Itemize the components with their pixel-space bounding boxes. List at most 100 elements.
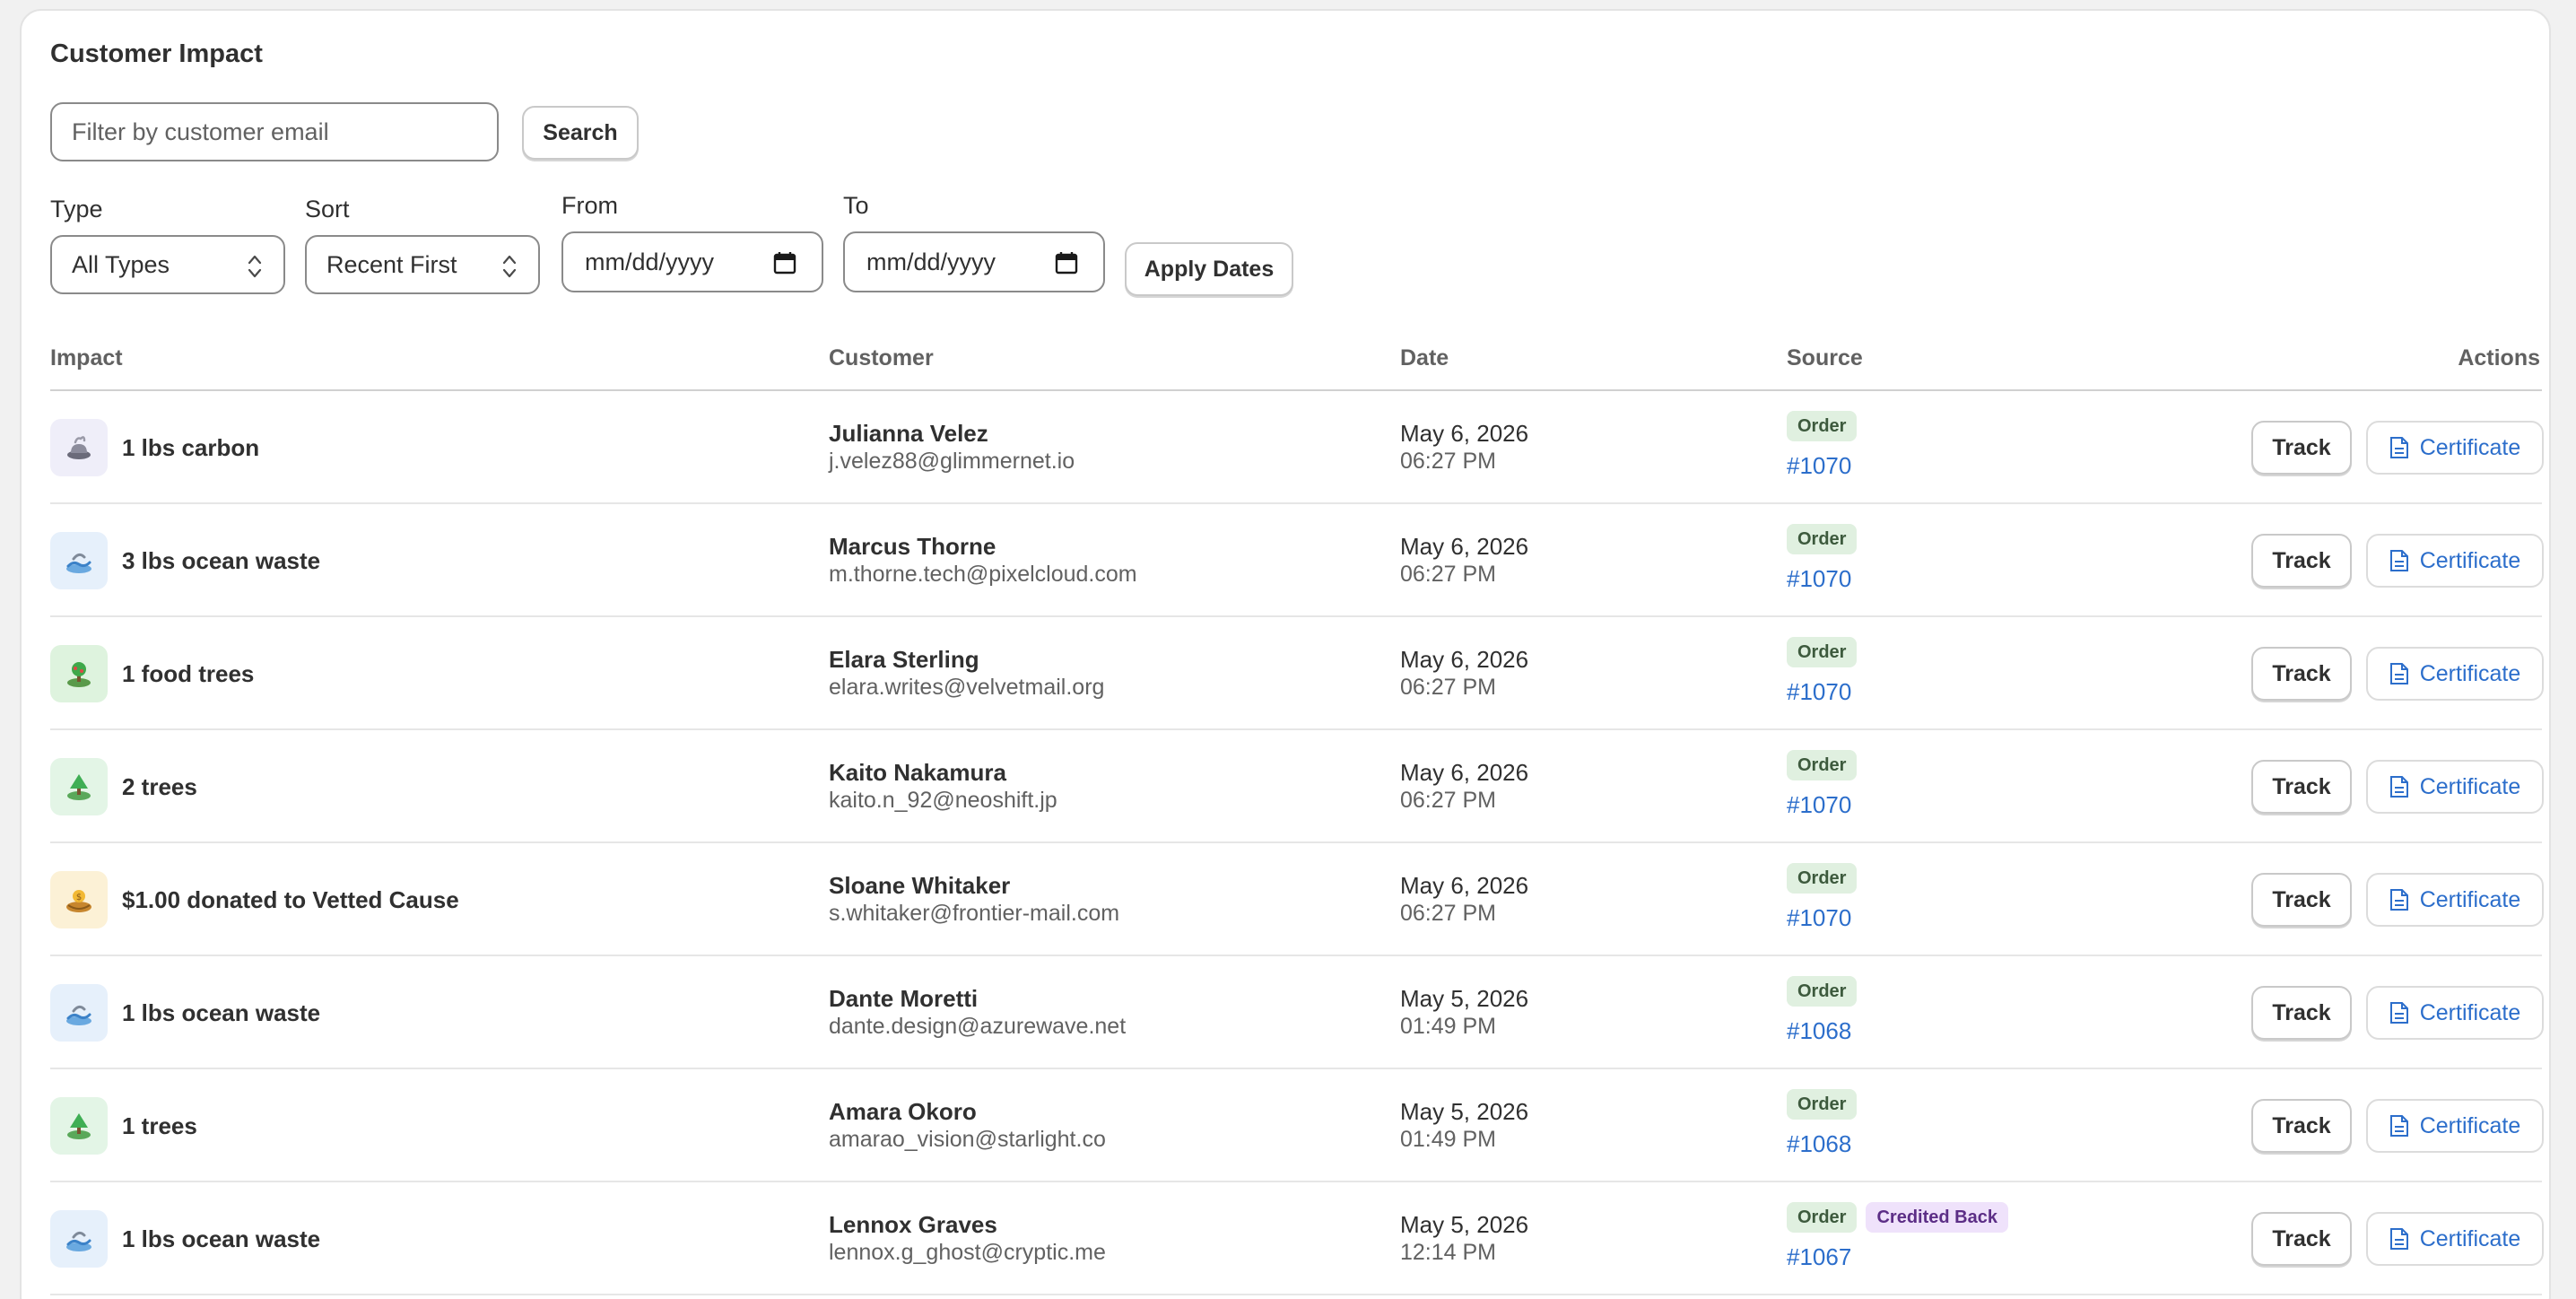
customer-email: elara.writes@velvetmail.org [829,675,1105,700]
search-button[interactable]: Search [522,106,639,160]
certificate-button-label: Certificate [2419,773,2521,799]
impact-date: May 6, 2026 [1400,533,1529,560]
impact-label: $1.00 donated to Vetted Cause [122,886,459,913]
source-badges: Order Credited Back [1787,1202,2008,1233]
customer-email: m.thorne.tech@pixelcloud.com [829,562,1137,587]
column-header-customer: Customer [829,345,934,371]
certificate-button-label: Certificate [2419,660,2521,686]
page-title: Customer Impact [50,39,263,68]
table-row: 1 trees Amara Okoro amarao_vision@starli… [50,1069,2544,1182]
certificate-button-label: Certificate [2419,1225,2521,1251]
column-header-impact: Impact [50,345,123,371]
from-date-input[interactable]: mm/dd/yyyy [561,231,823,292]
certificate-button[interactable]: Certificate [2366,1099,2544,1153]
order-link[interactable]: #1070 [1787,452,1851,480]
svg-text:$: $ [76,893,82,902]
column-header-source: Source [1787,345,1863,371]
table-row: 2 trees Kaito Nakamura kaito.n_92@neoshi… [50,730,2544,843]
to-date-input[interactable]: mm/dd/yyyy [843,231,1105,292]
carbon-icon [50,419,108,476]
customer-email: dante.design@azurewave.net [829,1014,1127,1039]
impact-label: 3 lbs ocean waste [122,547,321,574]
order-link[interactable]: #1070 [1787,904,1851,932]
track-button[interactable]: Track [2251,421,2352,475]
document-icon [2389,550,2408,571]
track-button[interactable]: Track [2251,1099,2352,1153]
calendar-icon[interactable] [773,251,796,275]
certificate-button[interactable]: Certificate [2366,986,2544,1040]
impact-date: May 5, 2026 [1400,1098,1529,1125]
impact-time: 06:27 PM [1400,675,1497,700]
order-link[interactable]: #1068 [1787,1130,1851,1158]
source-badges: Order [1787,524,1858,554]
sort-select-value: Recent First [326,250,457,278]
track-button[interactable]: Track [2251,534,2352,588]
to-label: To [843,192,869,219]
impact-label: 1 food trees [122,660,255,687]
order-link[interactable]: #1068 [1787,1017,1851,1045]
customer-name: Elara Sterling [829,646,979,673]
certificate-button[interactable]: Certificate [2366,1212,2544,1266]
document-icon [2389,1228,2408,1250]
order-badge: Order [1787,750,1858,780]
table-row: 1 food trees Elara Sterling elara.writes… [50,617,2544,730]
order-link[interactable]: #1070 [1787,565,1851,593]
certificate-button-label: Certificate [2419,434,2521,460]
source-badges: Order [1787,863,1858,894]
food-tree-icon [50,645,108,702]
from-label: From [561,192,618,219]
select-chevron-icon [248,255,262,278]
impact-label: 1 trees [122,1112,197,1139]
customer-email-filter-input[interactable] [50,102,499,161]
impact-date: May 6, 2026 [1400,646,1529,673]
track-button[interactable]: Track [2251,1212,2352,1266]
tree-icon [50,758,108,815]
certificate-button[interactable]: Certificate [2366,760,2544,814]
calendar-icon[interactable] [1055,251,1078,275]
impact-date: May 5, 2026 [1400,1211,1529,1238]
certificate-button[interactable]: Certificate [2366,534,2544,588]
credited-back-badge: Credited Back [1866,1202,2008,1233]
impact-date: May 6, 2026 [1400,420,1529,447]
column-header-actions: Actions [2458,345,2540,371]
order-badge: Order [1787,524,1858,554]
customer-email: lennox.g_ghost@cryptic.me [829,1240,1106,1265]
type-select[interactable]: All Types [50,235,285,294]
certificate-button-label: Certificate [2419,999,2521,1025]
track-button[interactable]: Track [2251,986,2352,1040]
certificate-button-label: Certificate [2419,1112,2521,1138]
order-badge: Order [1787,1089,1858,1120]
apply-dates-button[interactable]: Apply Dates [1125,242,1293,296]
table-row: 3 lbs ocean waste Marcus Thorne m.thorne… [50,504,2544,617]
customer-name: Amara Okoro [829,1098,977,1125]
source-badges: Order [1787,976,1858,1007]
customer-name: Julianna Velez [829,420,988,447]
track-button[interactable]: Track [2251,647,2352,701]
impact-label: 2 trees [122,773,197,800]
impact-date: May 6, 2026 [1400,759,1529,786]
customer-impact-card: Customer Impact Search Type All Types So… [20,9,2551,1299]
order-link[interactable]: #1070 [1787,678,1851,706]
order-link[interactable]: #1070 [1787,791,1851,819]
track-button[interactable]: Track [2251,760,2352,814]
impact-date: May 5, 2026 [1400,985,1529,1012]
sort-select[interactable]: Recent First [305,235,540,294]
track-button[interactable]: Track [2251,873,2352,927]
customer-name: Lennox Graves [829,1211,997,1238]
certificate-button[interactable]: Certificate [2366,647,2544,701]
document-icon [2389,663,2408,684]
customer-name: Marcus Thorne [829,533,996,560]
impact-label: 1 lbs ocean waste [122,1225,321,1252]
sort-label: Sort [305,196,350,222]
type-select-value: All Types [72,250,170,278]
ocean-waste-icon [50,984,108,1042]
table-row: $ $1.00 donated to Vetted Cause Sloane W… [50,843,2544,956]
impact-label: 1 lbs ocean waste [122,999,321,1026]
tree-icon [50,1097,108,1155]
order-link[interactable]: #1067 [1787,1243,1851,1271]
certificate-button[interactable]: Certificate [2366,873,2544,927]
donation-icon: $ [50,871,108,928]
certificate-button[interactable]: Certificate [2366,421,2544,475]
customer-email: amarao_vision@starlight.co [829,1127,1106,1152]
document-icon [2389,776,2408,798]
